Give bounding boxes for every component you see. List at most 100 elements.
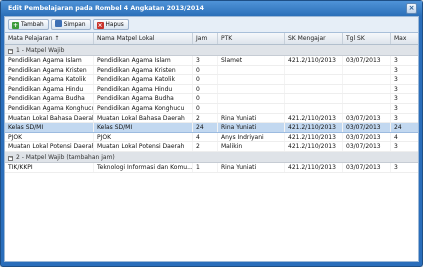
cell-ptk: Rina Yuniati xyxy=(218,123,285,132)
cell-sk xyxy=(285,103,343,113)
group-header[interactable]: −1 - Matpel Wajib xyxy=(5,45,418,56)
cell-ptk: Malikin xyxy=(218,142,285,151)
cell-jam: 0 xyxy=(193,65,218,75)
cell-nama-lokal: Pendidikan Agama Budha xyxy=(94,94,193,103)
cell-sk xyxy=(285,65,343,75)
cell-tgl: 03/07/2013 xyxy=(343,142,391,151)
table-row[interactable]: Pendidikan Agama Katolik Pendidikan Agama… xyxy=(5,75,418,85)
save-button-label: Simpan xyxy=(63,22,86,28)
cell-tgl: 03/07/2013 xyxy=(343,56,391,65)
delete-button-label: Hapus xyxy=(105,22,124,28)
cell-nama-lokal: Pendidikan Agama Hindu xyxy=(94,84,193,94)
cell-jam: 0 xyxy=(193,103,218,113)
cell-ptk xyxy=(218,84,285,94)
table-row[interactable]: Kelas SD/MI Kelas SD/MI 24 Rina Yuniati 421.… xyxy=(5,123,418,133)
cell-mapel: Pendidikan Agama Kristen xyxy=(5,65,94,75)
column-header-nama-lokal[interactable]: Nama Matpel Lokal xyxy=(94,33,193,44)
cell-jam: 2 xyxy=(193,113,218,123)
cell-sk: 421.2/110/2013 xyxy=(285,56,343,65)
cell-tgl: 03/07/2013 xyxy=(343,132,391,142)
delete-icon: × xyxy=(96,22,104,29)
cell-ptk xyxy=(218,103,285,113)
cell-sk: 421.2/110/2013 xyxy=(285,142,343,151)
grid-header: Mata Pelajaran ↑ Nama Matpel Lokal Jam P… xyxy=(5,33,418,45)
table-row[interactable]: Pendidikan Agama Budha Pendidikan Agama B… xyxy=(5,94,418,104)
cell-sk: 421.2/110/2013 xyxy=(285,123,343,132)
cell-jam: 24 xyxy=(193,123,218,132)
save-button[interactable]: Simpan xyxy=(50,19,91,30)
cell-mapel: Pendidikan Agama Katolik xyxy=(5,75,94,84)
column-header-max[interactable]: Max xyxy=(391,33,418,44)
table-row[interactable]: Muatan Lokal Potensi Daerah Muatan Lokal … xyxy=(5,142,418,152)
cell-max: 3 xyxy=(394,66,398,74)
pembelajaran-grid: Mata Pelajaran ↑ Nama Matpel Lokal Jam P… xyxy=(5,33,418,261)
cell-sk xyxy=(285,75,343,84)
cell-mapel: TIK/KKPI xyxy=(5,162,94,172)
cell-ptk xyxy=(218,65,285,75)
cell-ptk xyxy=(218,94,285,103)
cell-tgl: 03/07/2013 xyxy=(343,123,391,132)
cell-jam: 2 xyxy=(193,142,218,151)
cell-max: 3 xyxy=(394,163,398,171)
column-header-tgl[interactable]: Tgl SK xyxy=(343,33,391,44)
window-title: Edit Pembelajaran pada Rombel 4 Angkatan… xyxy=(8,5,204,12)
add-button[interactable]: + Tambah xyxy=(8,19,49,30)
cell-mapel: Pendidikan Agama Hindu xyxy=(5,84,94,94)
cell-tgl xyxy=(343,65,391,75)
cell-sk xyxy=(285,84,343,94)
cell-mapel: Pendidikan Agama Budha xyxy=(5,94,94,103)
cell-max: 3 xyxy=(394,95,398,103)
cell-max: 4 xyxy=(394,133,398,141)
cell-sk xyxy=(285,94,343,103)
cell-tgl xyxy=(343,75,391,84)
collapse-toggle-icon[interactable]: − xyxy=(8,49,13,54)
table-row[interactable]: Pendidikan Agama Konghucu Pendidikan Agam… xyxy=(5,103,418,114)
window-titlebar[interactable]: Edit Pembelajaran pada Rombel 4 Angkatan… xyxy=(1,1,422,16)
cell-mapel: Muatan Lokal Bahasa Daerah xyxy=(5,113,94,123)
cell-jam: 0 xyxy=(193,84,218,94)
cell-jam: 3 xyxy=(193,56,218,65)
toolbar: + Tambah Simpan × Hapus xyxy=(5,17,418,33)
window-body: + Tambah Simpan × Hapus Mata Pelajaran ↑ Nam… xyxy=(4,16,419,262)
collapse-toggle-icon[interactable]: − xyxy=(8,155,13,161)
column-header-sk[interactable]: SK Mengajar xyxy=(285,33,343,44)
cell-sk: 421.2/110/2013 xyxy=(285,113,343,123)
group-label: 1 - Matpel Wajib xyxy=(16,47,65,54)
cell-ptk: Rina Yuniati xyxy=(218,113,285,123)
group-label: 2 - Matpel Wajib (tambahan jam) xyxy=(16,153,115,161)
cell-nama-lokal: Teknologi Informasi dan Komu... xyxy=(94,162,193,172)
plus-icon: + xyxy=(12,22,19,29)
column-header-jam[interactable]: Jam xyxy=(193,33,218,44)
close-button[interactable]: × xyxy=(406,3,417,14)
cell-mapel: Muatan Lokal Potensi Daerah xyxy=(5,142,94,151)
cell-max: 3 xyxy=(394,57,398,64)
table-row[interactable]: Muatan Lokal Bahasa Daerah Muatan Lokal B… xyxy=(5,113,418,124)
table-row[interactable]: Pendidikan Agama Islam Pendidikan Agama I… xyxy=(5,56,418,66)
column-header-ptk[interactable]: PTK xyxy=(218,33,285,44)
cell-tgl: 03/07/2013 xyxy=(343,113,391,123)
cell-nama-lokal: Muatan Lokal Potensi Daerah xyxy=(94,142,193,151)
cell-ptk xyxy=(218,75,285,84)
cell-jam: 4 xyxy=(193,132,218,142)
cell-tgl xyxy=(343,84,391,94)
table-row[interactable]: TIK/KKPI Teknologi Informasi dan Komu... 1… xyxy=(5,162,418,173)
cell-mapel: PJOK xyxy=(5,132,94,142)
cell-mapel: Pendidikan Agama Islam xyxy=(5,56,94,65)
table-row[interactable]: PJOK PJOK 4 Anys Indriyani 421.2/110/2013 03/… xyxy=(5,132,418,143)
cell-ptk: Anys Indriyani xyxy=(218,132,285,142)
cell-tgl: 03/07/2013 xyxy=(343,162,391,172)
add-button-label: Tambah xyxy=(21,22,44,28)
delete-button[interactable]: × Hapus xyxy=(92,19,129,30)
table-row[interactable]: Pendidikan Agama Kristen Pendidikan Agama… xyxy=(5,65,418,76)
table-row[interactable]: Pendidikan Agama Hindu Pendidikan Agama H… xyxy=(5,84,418,95)
cell-max: 3 xyxy=(394,76,398,84)
group-header[interactable]: −2 - Matpel Wajib (tambahan jam) xyxy=(5,151,418,163)
cell-nama-lokal: PJOK xyxy=(94,132,193,142)
cell-max: 3 xyxy=(394,85,398,93)
save-icon xyxy=(54,20,62,27)
cell-jam: 1 xyxy=(193,162,218,172)
cell-tgl xyxy=(343,94,391,103)
column-header-mapel[interactable]: Mata Pelajaran ↑ xyxy=(5,33,94,44)
cell-tgl xyxy=(343,103,391,113)
cell-nama-lokal: Muatan Lokal Bahasa Daerah xyxy=(94,113,193,123)
